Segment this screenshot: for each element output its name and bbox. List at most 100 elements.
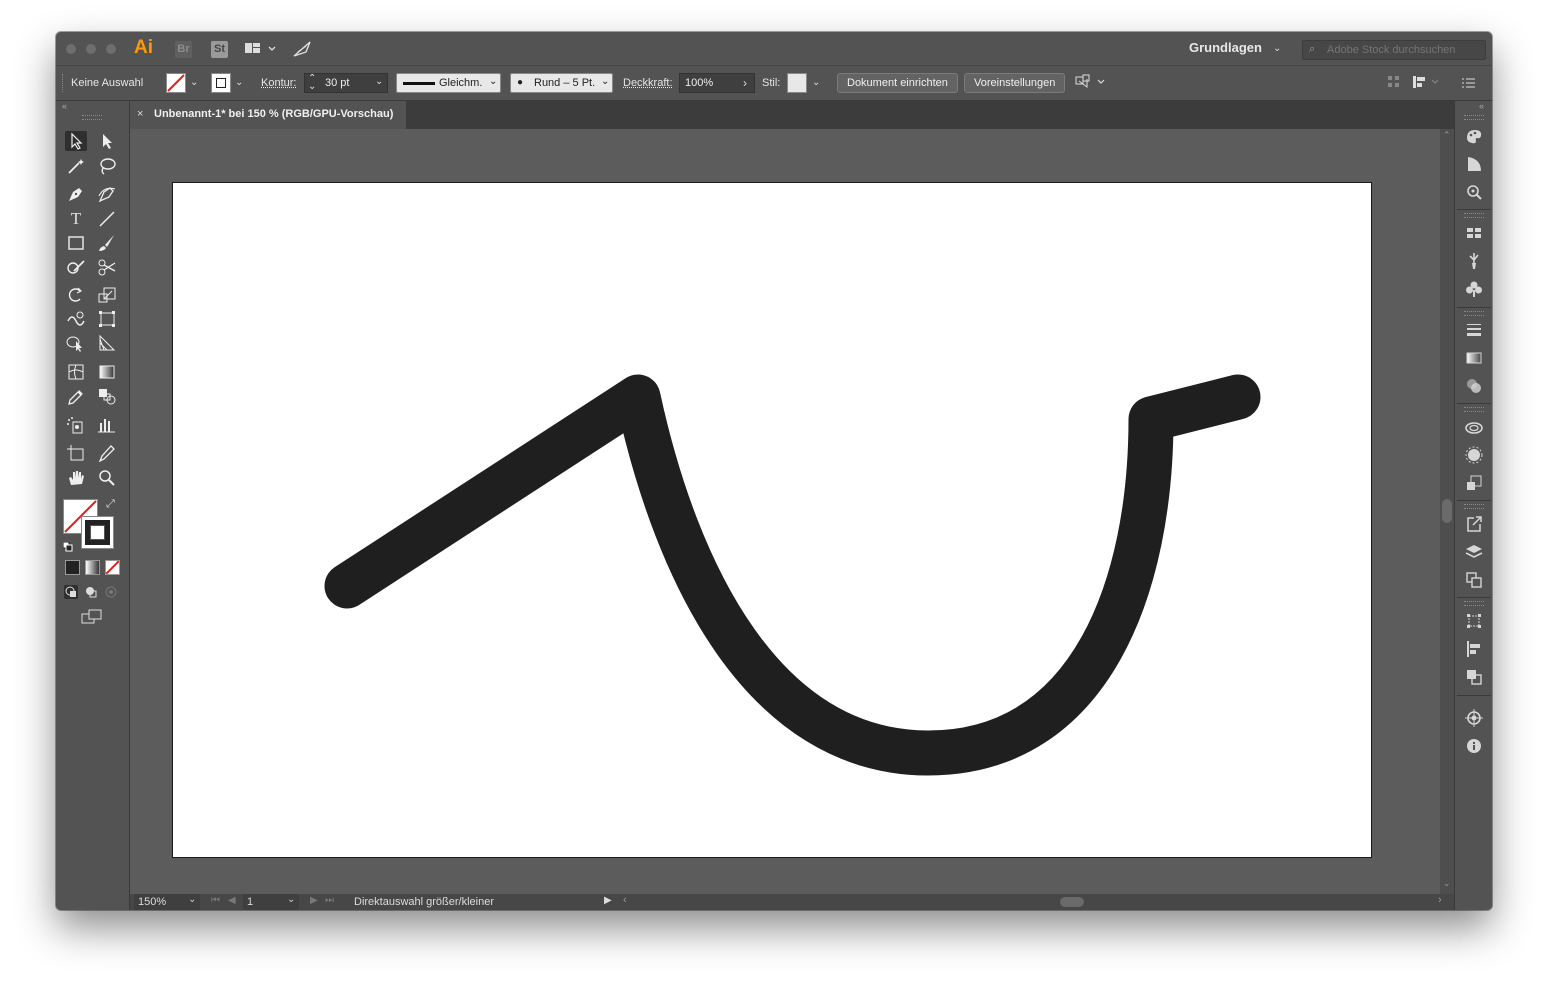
mesh-tool[interactable] (65, 362, 87, 382)
dock-grip[interactable] (1464, 311, 1484, 316)
first-artboard-icon[interactable]: ⏮ (211, 895, 220, 906)
line-segment-tool[interactable] (96, 209, 118, 229)
vertical-scroll-thumb[interactable] (1442, 499, 1452, 523)
stroke-panel-icon[interactable] (1464, 320, 1484, 340)
panel-menu-icon[interactable] (1462, 76, 1476, 88)
rotate-tool[interactable] (65, 285, 87, 305)
scroll-right-icon[interactable]: › (1438, 894, 1442, 906)
gradient-panel-icon[interactable] (1464, 348, 1484, 368)
column-graph-tool[interactable] (96, 415, 118, 435)
stroke-profile-select[interactable]: Gleichm. ⌄ (396, 73, 501, 93)
type-tool[interactable]: T (65, 209, 87, 229)
stroke-weight-label[interactable]: Kontur: (261, 77, 296, 89)
artboard-tool[interactable] (65, 443, 87, 463)
previous-artboard-icon[interactable]: ◀ (228, 895, 236, 906)
stroke-weight-field[interactable]: ⌃ ⌄ 30 pt ⌄ (304, 73, 388, 93)
opacity-label[interactable]: Deckkraft: (623, 77, 673, 89)
symbol-sprayer-tool[interactable] (65, 415, 87, 435)
close-window-button[interactable] (66, 44, 76, 54)
chevron-down-icon[interactable]: ⌄ (489, 76, 497, 87)
collapse-toolbar-icon[interactable]: « (62, 101, 67, 111)
chevron-down-icon[interactable]: ⌄ (190, 77, 198, 88)
dock-grip[interactable] (1464, 115, 1484, 120)
draw-normal-button[interactable] (64, 585, 78, 599)
color-mode-button[interactable] (65, 560, 80, 575)
brushes-icon[interactable] (1464, 251, 1484, 271)
toolbar-grip[interactable] (82, 115, 102, 120)
scroll-left-icon[interactable]: ‹ (623, 894, 627, 906)
gradient-tool[interactable] (96, 362, 118, 382)
recolor-icon[interactable] (1464, 182, 1484, 202)
perspective-grid-tool[interactable] (96, 333, 118, 353)
zoom-select[interactable]: 150% ⌄ (134, 894, 200, 910)
swap-fill-stroke-icon[interactable]: ⤢ (106, 498, 115, 511)
close-icon[interactable]: × (137, 108, 143, 120)
selection-tool[interactable] (65, 131, 87, 151)
scissors-tool[interactable] (96, 257, 118, 277)
bridge-icon[interactable]: Br (175, 41, 192, 58)
zoom-tool[interactable] (96, 468, 118, 488)
graphic-styles-icon[interactable] (1464, 473, 1484, 493)
eyedropper-tool[interactable] (65, 386, 87, 406)
direct-selection-tool[interactable] (96, 131, 118, 151)
tab-document[interactable]: × Unbenannt-1* bei 150 % (RGB/GPU-Vorsch… (130, 101, 406, 129)
symbols-icon[interactable] (1464, 279, 1484, 299)
scroll-down-icon[interactable]: ⌄ (1443, 878, 1451, 889)
stroke-color-swatch[interactable] (211, 73, 231, 93)
info-icon[interactable] (1464, 736, 1484, 756)
align-icon[interactable] (1464, 639, 1484, 659)
chevron-down-icon[interactable]: ⌄ (375, 76, 383, 87)
magic-wand-tool[interactable] (65, 156, 87, 176)
free-transform-tool[interactable] (96, 309, 118, 329)
none-mode-button[interactable] (105, 560, 120, 575)
select-similar-icon[interactable] (1075, 73, 1109, 91)
dock-grip[interactable] (1464, 213, 1484, 218)
dock-grip[interactable] (1464, 504, 1484, 509)
workspace-switcher[interactable]: Grundlagen ⌄ (1189, 32, 1285, 65)
stock-search-box[interactable]: ⌕ (1302, 40, 1486, 60)
document-setup-button[interactable]: Dokument einrichten (837, 73, 958, 93)
chevron-down-icon[interactable]: ⌄ (812, 77, 820, 88)
align-panel-icon[interactable] (1411, 74, 1441, 90)
align-grid-icon[interactable] (1387, 75, 1401, 89)
next-artboard-icon[interactable]: ▶ (310, 895, 318, 906)
vertical-scrollbar[interactable]: ⌃ ⌄ (1440, 129, 1454, 894)
pathfinder-icon[interactable] (1464, 667, 1484, 687)
chevron-right-icon[interactable]: › (743, 76, 747, 90)
preferences-button[interactable]: Voreinstellungen (964, 73, 1066, 93)
navigator-icon[interactable] (1464, 708, 1484, 728)
default-colors-icon[interactable] (62, 539, 73, 552)
curvature-tool[interactable] (96, 184, 118, 204)
feather-send-icon[interactable] (292, 40, 312, 58)
shaper-tool[interactable] (65, 257, 87, 277)
graphic-style-swatch[interactable] (787, 73, 807, 93)
grip-handle[interactable] (62, 74, 66, 92)
stroke-color-box[interactable] (81, 516, 114, 549)
chevron-down-icon[interactable]: ⌄ (287, 894, 295, 905)
warp-tool[interactable] (65, 309, 87, 329)
rectangle-tool[interactable] (65, 233, 87, 253)
blend-tool[interactable] (96, 386, 118, 406)
paintbrush-tool[interactable] (96, 233, 118, 253)
libraries-icon[interactable] (1464, 417, 1484, 437)
dock-grip[interactable] (1464, 601, 1484, 606)
horizontal-scroll-thumb[interactable] (1060, 897, 1084, 907)
draw-inside-button[interactable] (104, 585, 118, 599)
color-guide-icon[interactable] (1464, 154, 1484, 174)
gradient-mode-button[interactable] (85, 560, 100, 575)
arrange-documents-icon[interactable] (244, 41, 278, 57)
lasso-tool[interactable] (96, 156, 118, 176)
dock-grip[interactable] (1464, 407, 1484, 412)
brush-definition-select[interactable]: ● Rund – 5 Pt. ⌄ (510, 73, 613, 93)
draw-behind-button[interactable] (84, 585, 98, 599)
slice-tool[interactable] (96, 443, 118, 463)
layers-icon[interactable] (1464, 542, 1484, 562)
transparency-icon[interactable] (1464, 376, 1484, 396)
appearance-icon[interactable] (1464, 445, 1484, 465)
stock-search-input[interactable] (1327, 41, 1479, 59)
chevron-down-icon[interactable]: ⌄ (188, 894, 196, 905)
swatches-icon[interactable] (1464, 223, 1484, 243)
pen-tool[interactable] (65, 184, 87, 204)
shape-builder-tool[interactable] (65, 333, 87, 353)
stroke-path[interactable] (324, 374, 1261, 776)
